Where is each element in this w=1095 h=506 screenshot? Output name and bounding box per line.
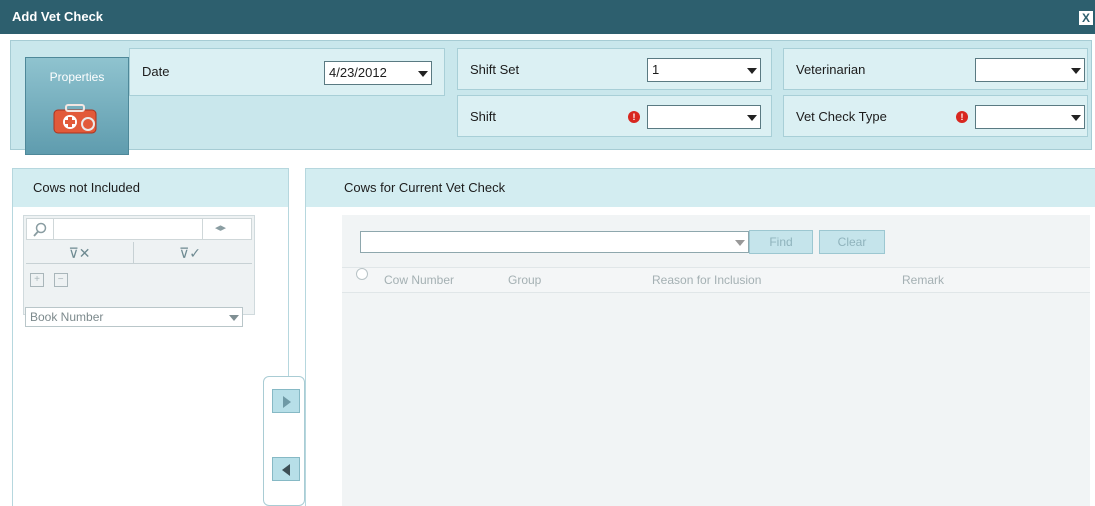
search-input[interactable]	[53, 219, 203, 239]
filter-clear-icon[interactable]: ⊽✕	[26, 242, 134, 264]
shift-set-label: Shift Set	[470, 62, 520, 77]
cows-grid-header: Cow Number Group Reason for Inclusion Re…	[342, 267, 1090, 293]
transfer-controls	[263, 376, 305, 506]
find-button[interactable]: Find	[749, 230, 813, 254]
cows-grid-area: Find Clear Cow Number Group Reason for I…	[342, 215, 1090, 506]
shift-label: Shift	[470, 109, 497, 124]
close-icon[interactable]: X	[1079, 11, 1093, 25]
required-icon: !	[956, 111, 968, 123]
expand-collapse-icon[interactable]: ◂▸	[215, 221, 226, 234]
shift-field: Shift !	[457, 95, 772, 137]
shift-set-dropdown[interactable]: 1	[647, 58, 761, 82]
search-icon[interactable]	[32, 222, 48, 238]
book-number-dropdown[interactable]: Book Number	[25, 307, 243, 327]
book-number-value: Book Number	[30, 310, 104, 324]
selection-icons: + −	[30, 270, 74, 290]
chevron-down-icon[interactable]	[1068, 59, 1084, 81]
arrow-right-icon	[283, 396, 291, 408]
current-vet-check-panel: Cows for Current Vet Check Find Clear Co…	[305, 168, 1095, 506]
filter-toolbar: ◂▸ ⊽✕ ⊽✓ + −	[23, 215, 255, 315]
chevron-down-icon[interactable]	[226, 308, 242, 330]
column-header[interactable]: Reason for Inclusion	[652, 268, 761, 292]
deselect-all-icon[interactable]: −	[53, 273, 68, 287]
vet-check-type-label: Vet Check Type	[796, 109, 887, 124]
clear-button[interactable]: Clear	[819, 230, 885, 254]
current-vet-check-title: Cows for Current Vet Check	[306, 169, 1095, 207]
chevron-down-icon[interactable]	[415, 62, 431, 84]
veterinarian-label: Veterinarian	[796, 62, 866, 77]
cows-not-included-title: Cows not Included	[13, 169, 288, 207]
date-field: Date 4/23/2012	[129, 48, 445, 96]
shift-dropdown[interactable]	[647, 105, 761, 129]
properties-tile-label: Properties	[49, 70, 105, 84]
cows-not-included-panel: Cows not Included ◂▸ ⊽✕ ⊽✓ + − Book Numb…	[12, 168, 289, 506]
window-titlebar: Add Vet Check X	[0, 0, 1095, 34]
cow-search-dropdown[interactable]	[360, 231, 749, 253]
remove-from-check-button[interactable]	[272, 457, 300, 481]
select-all-icon[interactable]: +	[30, 273, 44, 287]
chevron-down-icon[interactable]	[744, 106, 760, 128]
select-all-radio[interactable]	[356, 268, 368, 280]
arrow-left-icon	[282, 464, 290, 476]
column-header[interactable]: Group	[508, 268, 541, 292]
vet-check-type-field: Vet Check Type !	[783, 95, 1088, 137]
properties-tile[interactable]: Properties	[25, 57, 129, 155]
add-to-check-button[interactable]	[272, 389, 300, 413]
column-header[interactable]: Remark	[902, 268, 944, 292]
veterinarian-field: Veterinarian	[783, 48, 1088, 90]
chevron-down-icon[interactable]	[744, 59, 760, 81]
shift-set-value: 1	[652, 62, 660, 77]
column-header[interactable]: Cow Number	[384, 268, 454, 292]
required-icon: !	[628, 111, 640, 123]
veterinarian-dropdown[interactable]	[975, 58, 1085, 82]
date-value: 4/23/2012	[329, 65, 387, 80]
filter-apply-icon[interactable]: ⊽✓	[136, 242, 244, 264]
window-title: Add Vet Check	[12, 9, 104, 24]
properties-panel: Properties Date 4/23/2012 Shift Set 1 Sh…	[10, 40, 1092, 155]
chevron-down-icon[interactable]	[1068, 106, 1084, 128]
shift-set-field: Shift Set 1	[457, 48, 772, 90]
search-row: ◂▸	[26, 218, 252, 240]
vet-check-type-dropdown[interactable]	[975, 105, 1085, 129]
filter-row: ⊽✕ ⊽✓	[26, 242, 252, 264]
medical-kit-icon	[53, 104, 97, 134]
date-dropdown[interactable]: 4/23/2012	[324, 61, 432, 85]
chevron-down-icon[interactable]	[732, 232, 748, 254]
date-label: Date	[142, 64, 170, 79]
